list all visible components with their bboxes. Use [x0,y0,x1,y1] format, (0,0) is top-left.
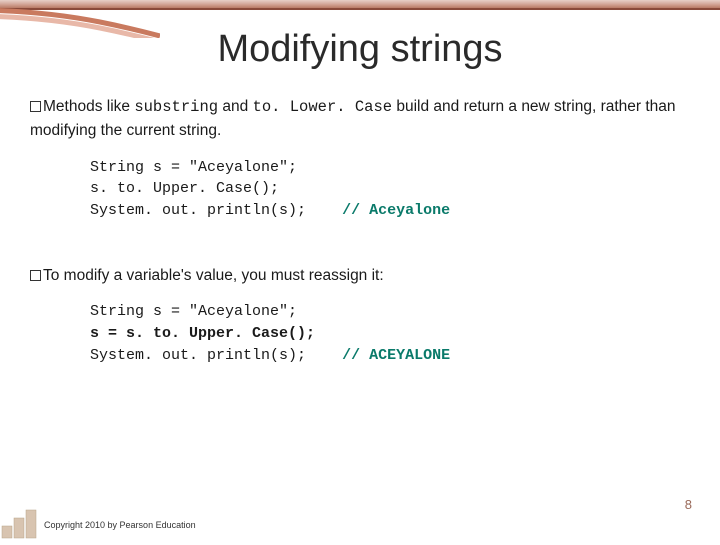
bullet-2: To modify a variable's value, you must r… [30,264,690,287]
code1-line1: String s = "Aceyalone"; [90,159,297,176]
copyright-footer: Copyright 2010 by Pearson Education [44,520,196,530]
code1-line2: s. to. Upper. Case(); [90,180,279,197]
page-number: 8 [685,497,692,512]
bullet-1: Methods like substring and to. Lower. Ca… [30,95,690,143]
code2-line2: s = s. to. Upper. Case(); [90,325,315,342]
code-block-2: String s = "Aceyalone"; s = s. to. Upper… [90,301,690,366]
bullet-1-code-2: to. Lower. Case [253,98,393,116]
code1-line3: System. out. println(s); [90,202,306,219]
code1-comment: // Aceyalone [342,202,450,219]
bullet-2-text: To modify a variable's value, you must r… [43,267,384,284]
code2-line3: System. out. println(s); [90,347,306,364]
corner-decoration [0,496,44,540]
decorative-swoosh [0,8,160,38]
code2-line1: String s = "Aceyalone"; [90,303,297,320]
code2-comment: // ACEYALONE [342,347,450,364]
bullet-square-icon [30,270,41,281]
code-block-1: String s = "Aceyalone"; s. to. Upper. Ca… [90,157,690,222]
bullet-1-code-1: substring [134,98,218,116]
bullet-1-text-mid: and [218,98,252,115]
bullet-1-text-pre: Methods like [43,98,134,115]
slide-content: Methods like substring and to. Lower. Ca… [0,95,720,366]
bullet-square-icon [30,101,41,112]
